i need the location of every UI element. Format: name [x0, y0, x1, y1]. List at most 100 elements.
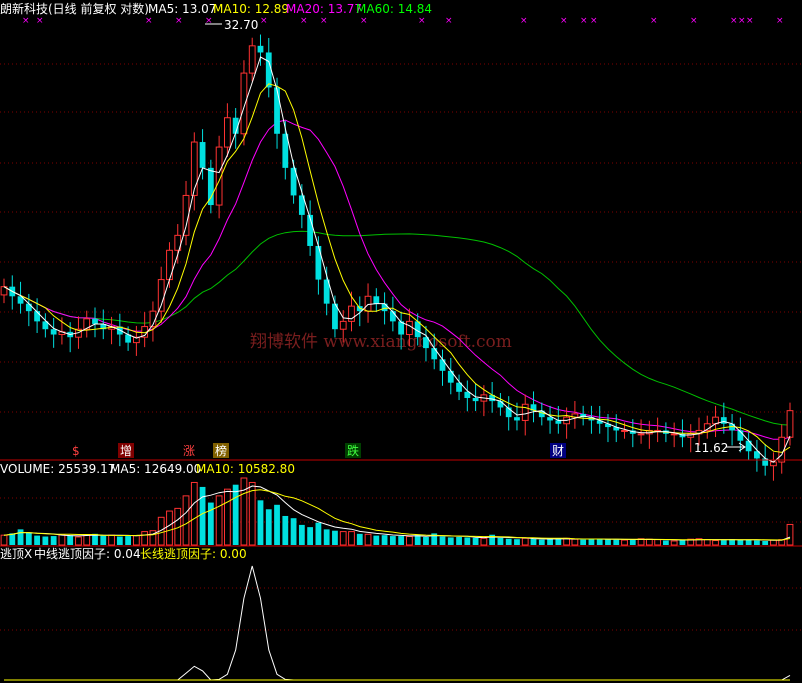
candle	[670, 422, 678, 448]
candle	[439, 349, 446, 386]
candle	[207, 159, 214, 214]
candle	[307, 200, 314, 256]
volume-readout: VOLUME: 25539.17	[0, 462, 115, 476]
volume-bar	[745, 539, 752, 545]
marker-x: ×	[320, 16, 328, 26]
candle	[157, 266, 165, 323]
candle-body	[240, 72, 248, 135]
volume-bar	[547, 539, 553, 545]
volume-ma10-series	[3, 489, 791, 541]
volume-ma10-readout: MA10: 10582.80	[196, 462, 295, 476]
event-tag: 涨	[183, 443, 195, 458]
marker-x: ×	[650, 16, 658, 26]
volume-bar	[232, 484, 239, 545]
volume-bar	[514, 539, 520, 545]
volume-bar	[100, 535, 107, 545]
volume-bar	[190, 481, 198, 546]
volume-bar	[596, 538, 603, 545]
volume-bar	[580, 539, 587, 545]
volume-bar	[497, 537, 504, 545]
volume-bar	[555, 538, 562, 545]
volume-bar	[182, 495, 190, 546]
candles	[0, 34, 794, 481]
marker-x: ×	[445, 16, 453, 26]
volume-bar	[83, 534, 91, 546]
volume-bar	[629, 539, 636, 545]
candle	[505, 396, 512, 431]
candle	[447, 357, 454, 395]
candle-body	[190, 141, 198, 196]
candle-body	[207, 167, 214, 206]
marker-x: ×	[520, 16, 528, 26]
event-tag-label: 涨	[183, 443, 195, 458]
volume-ma5-readout: MA5: 12649.00	[110, 462, 201, 476]
volume-bar	[215, 495, 223, 546]
candle	[588, 405, 595, 434]
candle-body	[381, 303, 388, 312]
candle	[687, 424, 695, 453]
candle-body	[406, 320, 413, 336]
volume-ma	[3, 485, 791, 541]
candle-body	[555, 420, 562, 424]
marker-x: ×	[300, 16, 308, 26]
candle-body	[50, 329, 57, 335]
candle-body	[472, 397, 479, 402]
event-tag-label: 增	[120, 444, 132, 458]
marker-x: ×	[175, 16, 183, 26]
volume-bar	[323, 529, 330, 545]
indicator-line	[4, 565, 791, 681]
candle	[348, 291, 355, 332]
volume-bar	[538, 539, 545, 545]
marker-x: ×	[776, 16, 784, 26]
ma60-readout: MA60: 14.84	[356, 2, 432, 16]
ma10-series	[3, 83, 791, 453]
volume-bar	[307, 527, 314, 545]
volume-bar	[17, 529, 24, 545]
marker-x: ×	[260, 16, 268, 26]
indicator-header: 逃顶X 中线逃顶因子: 0.04 长线逃顶因子: 0.00	[0, 546, 247, 561]
indicator-long: 长线逃顶因子: 0.00	[140, 547, 247, 561]
volume-bar	[670, 540, 678, 546]
candle	[703, 415, 711, 439]
volume-bar	[414, 535, 421, 545]
volume-ma5-series	[3, 485, 791, 541]
candle	[182, 180, 190, 246]
volume-bar	[373, 535, 380, 545]
candle	[373, 288, 380, 312]
indicator-mid-series	[4, 565, 791, 681]
candle-body	[315, 245, 322, 280]
candle	[654, 417, 662, 443]
event-tag-label: 财	[552, 444, 564, 458]
marker-x: ×	[690, 16, 698, 26]
volume-bar	[290, 518, 297, 545]
low-label: 11.62	[694, 441, 728, 455]
volume-bar	[356, 533, 363, 545]
high-annotation: 32.70	[205, 18, 258, 32]
candle-body	[373, 296, 380, 304]
volume-bar	[248, 481, 256, 546]
ma10-line	[3, 83, 791, 453]
volume-bar	[754, 540, 760, 545]
marker-x: ×	[36, 16, 44, 26]
candle	[257, 34, 264, 66]
volume-bar	[42, 536, 49, 545]
candle	[538, 402, 545, 426]
candle-body	[364, 295, 372, 312]
event-tag: $	[72, 444, 80, 458]
candle-body	[621, 429, 628, 432]
volume-bar	[530, 538, 537, 545]
volume-bar	[67, 535, 74, 545]
marker-x: ×	[730, 16, 738, 26]
volume-bar	[389, 536, 396, 545]
volume-bar	[282, 515, 289, 545]
candle-body	[25, 303, 32, 312]
candle-body	[637, 433, 645, 436]
x-markers: × × × × × × × × × × × × × × × × × × × × ×	[22, 16, 784, 26]
volume-bar	[274, 504, 280, 545]
volume-bar	[298, 524, 305, 545]
high-label: 32.70	[224, 18, 258, 32]
volume-bar	[423, 536, 429, 545]
volume-bar	[406, 536, 413, 546]
watermark-text: 翔博软件 www.xiangbosoft.com	[250, 332, 512, 352]
volume-bar	[613, 539, 620, 545]
